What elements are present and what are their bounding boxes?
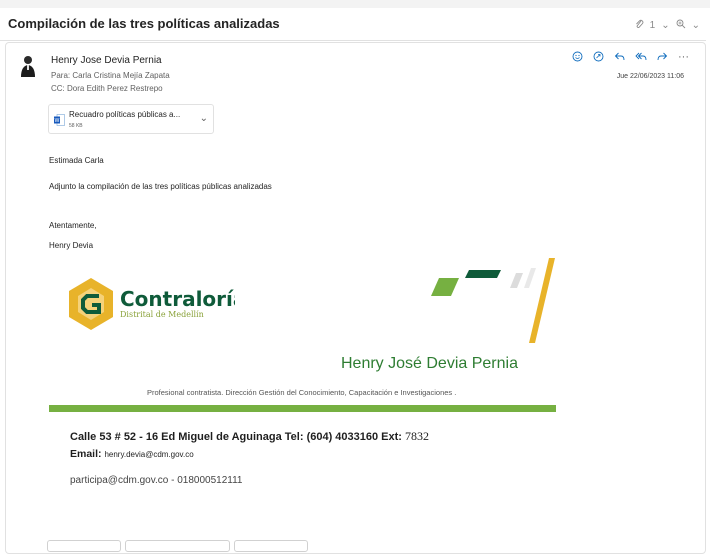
signature-email-line: Email: henry.devia@cdm.gov.co [70,448,194,460]
address-text: Calle 53 # 52 - 16 Ed Miguel de Aguinaga… [70,431,402,443]
signoff-name: Henry Devia [49,241,94,250]
email-subject: Compilación de las tres políticas analiz… [8,16,280,31]
attachment-card[interactable]: W Recuadro políticas públicas a... 58 KB… [48,104,214,134]
to-label: Para: [51,71,71,80]
extension: 7832 [405,429,430,443]
cc-recipient[interactable]: Dora Edith Perez Restrepo [67,84,163,93]
reply-button[interactable] [47,540,121,552]
subject-bar: Compilación de las tres políticas analiz… [0,8,706,41]
logo-subtitle: Distrital de Medellín [120,310,204,319]
to-line: Para: Carla Cristina Mejía Zapata [51,71,170,80]
zoom-icon[interactable] [676,19,686,32]
message-actions: ··· [572,51,689,65]
signature-divider [49,405,556,412]
attachment-count[interactable]: 1 [650,20,656,31]
share-icon[interactable] [593,51,604,65]
signature-address: Calle 53 # 52 - 16 Ed Miguel de Aguinaga… [70,429,429,444]
closing: Atentamente, [49,221,97,230]
chevron-down-icon[interactable]: ⌄ [200,113,208,124]
bottom-reply-buttons [47,540,308,552]
svg-text:W: W [55,118,60,124]
decorative-stripes [431,248,561,343]
signature-email[interactable]: henry.devia@cdm.gov.co [104,450,193,459]
reply-all-icon[interactable] [635,51,647,65]
attachment-name: Recuadro políticas públicas a... [69,110,181,119]
greeting: Estimada Carla [49,156,104,165]
emoji-icon[interactable] [572,51,583,65]
participa-line[interactable]: participa@cdm.gov.co - 018000512111 [70,475,242,486]
attachment-size: 58 KB [69,123,83,129]
chevron-down-icon[interactable]: ⌄ [692,20,700,31]
logo-title: Contraloría [120,287,235,311]
more-icon[interactable]: ··· [678,51,689,65]
top-toolbar-strip [0,0,710,8]
email-label: Email: [70,448,102,460]
cc-line: CC: Dora Edith Perez Restrepo [51,84,163,93]
cc-label: CC: [51,84,65,93]
forward-button[interactable] [234,540,308,552]
chevron-down-icon[interactable]: ⌄ [661,20,669,31]
word-file-icon: W [54,113,65,126]
sender-name[interactable]: Henry Jose Devia Pernia [51,55,162,66]
signature-name: Henry José Devia Pernia [341,355,518,372]
body-line: Adjunto la compilación de las tres polít… [49,182,272,191]
contraloria-logo: Contraloría Distrital de Medellín [65,276,246,336]
message-card: Henry Jose Devia Pernia Para: Carla Cris… [5,42,706,554]
message-date: Jue 22/06/2023 11:06 [616,73,684,80]
attach-icon[interactable] [635,19,644,32]
signature-role: Profesional contratista. Dirección Gesti… [147,388,457,397]
forward-icon[interactable] [657,51,668,65]
reply-all-button[interactable] [125,540,230,552]
avatar[interactable] [20,55,36,77]
subject-tools: 1 ⌄ ⌄ [635,19,700,32]
to-recipient[interactable]: Carla Cristina Mejía Zapata [72,71,169,80]
reply-icon[interactable] [614,51,625,65]
